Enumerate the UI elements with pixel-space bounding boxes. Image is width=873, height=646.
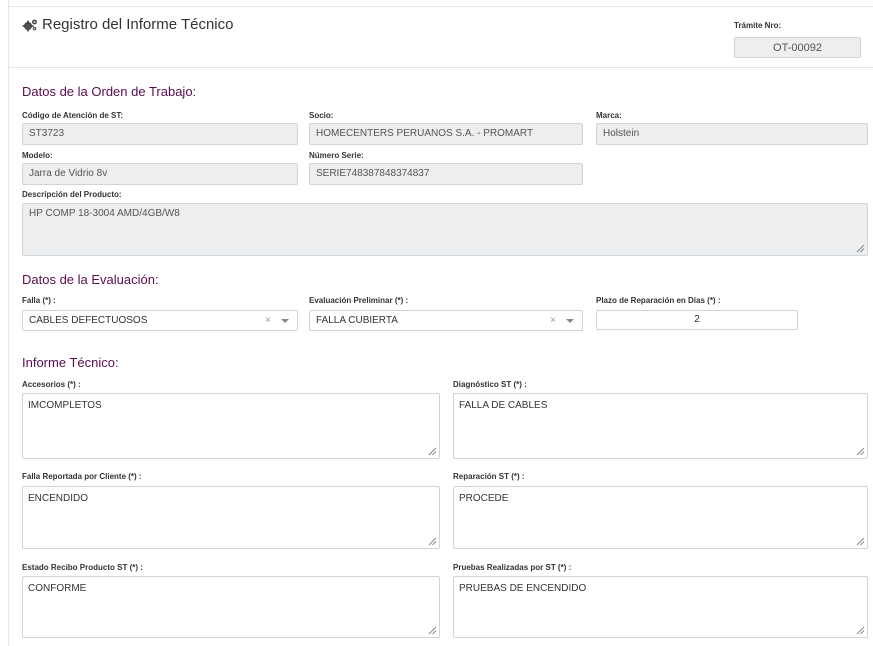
pruebas-textarea[interactable]: PRUEBAS DE ENCENDIDO [453,576,868,638]
section-title-orden: Datos de la Orden de Trabajo: [22,84,197,99]
falla-select-value: CABLES DEFECTUOSOS [29,315,148,326]
chevron-down-icon[interactable] [566,319,574,323]
estado-recibo-textarea[interactable]: CONFORME [22,576,440,638]
diagnostico-textarea[interactable]: FALLA DE CABLES [453,393,868,459]
resize-grip-icon[interactable] [856,537,865,546]
page-title: Registro del Informe Técnico [22,16,233,33]
falla-cliente-label: Falla Reportada por Cliente (*) : [22,472,142,481]
section-title-informe: Informe Técnico: [22,355,119,370]
resize-grip-icon[interactable] [428,537,437,546]
header-divider [8,67,873,68]
accesorios-label: Accesorios (*) : [22,380,81,389]
chevron-down-icon[interactable] [281,319,289,323]
resize-grip-icon[interactable] [856,626,865,635]
resize-grip-icon[interactable] [428,447,437,456]
falla-cliente-textarea[interactable]: ENCENDIDO [22,486,440,549]
descripcion-value: HP COMP 18-3004 AMD/4GB/W8 [29,208,180,219]
diagnostico-label: Diagnóstico ST (*) : [453,380,527,389]
clear-icon[interactable]: × [265,311,271,330]
tramite-field: OT-00092 [734,37,861,58]
descripcion-field: HP COMP 18-3004 AMD/4GB/W8 [22,203,868,256]
plazo-input[interactable]: 2 [596,310,798,330]
evaluacion-preliminar-select[interactable]: FALLA CUBIERTA × [309,310,583,331]
evaluacion-preliminar-value: FALLA CUBIERTA [316,315,398,326]
accesorios-value: IMCOMPLETOS [28,400,102,411]
pruebas-value: PRUEBAS DE ENCENDIDO [459,583,587,594]
resize-grip-icon[interactable] [856,447,865,456]
socio-label: Socio: [309,111,334,120]
evaluacion-preliminar-label: Evaluación Preliminar (*) : [309,296,409,305]
plazo-label: Plazo de Reparación en Días (*) : [596,296,721,305]
codigo-label: Código de Atención de ST: [22,111,124,120]
page-title-text: Registro del Informe Técnico [42,16,234,33]
reparacion-label: Reparación ST (*) : [453,472,525,481]
section-title-evaluacion: Datos de la Evaluación: [22,272,159,287]
falla-label: Falla (*) : [22,296,56,305]
modelo-label: Modelo: [22,151,53,160]
serie-label: Número Serie: [309,151,364,160]
gears-icon [22,19,37,31]
estado-recibo-label: Estado Recibo Producto ST (*) : [22,563,143,572]
resize-grip-icon[interactable] [856,244,865,253]
falla-cliente-value: ENCENDIDO [28,493,89,504]
socio-field: HOMECENTERS PERUANOS S.A. - PROMART [309,123,583,145]
descripcion-label: Descripción del Producto: [22,190,122,199]
accesorios-textarea[interactable]: IMCOMPLETOS [22,393,440,459]
estado-recibo-value: CONFORME [28,583,87,594]
clear-icon[interactable]: × [550,311,556,330]
serie-field: SERIE748387848374837 [309,163,583,185]
reparacion-textarea[interactable]: PROCEDE [453,486,868,549]
page-top-border [8,6,873,7]
modelo-field: Jarra de Vidrio 8v [22,163,298,185]
tramite-label: Trámite Nro: [734,21,782,30]
reparacion-value: PROCEDE [459,493,509,504]
pruebas-label: Pruebas Realizadas por ST (*) : [453,563,572,572]
resize-grip-icon[interactable] [428,626,437,635]
falla-select[interactable]: CABLES DEFECTUOSOS × [22,310,298,331]
marca-label: Marca: [596,111,622,120]
diagnostico-value: FALLA DE CABLES [459,400,548,411]
marca-field: Holstein [596,123,868,145]
page-left-border [8,0,9,646]
codigo-field: ST3723 [22,123,298,145]
